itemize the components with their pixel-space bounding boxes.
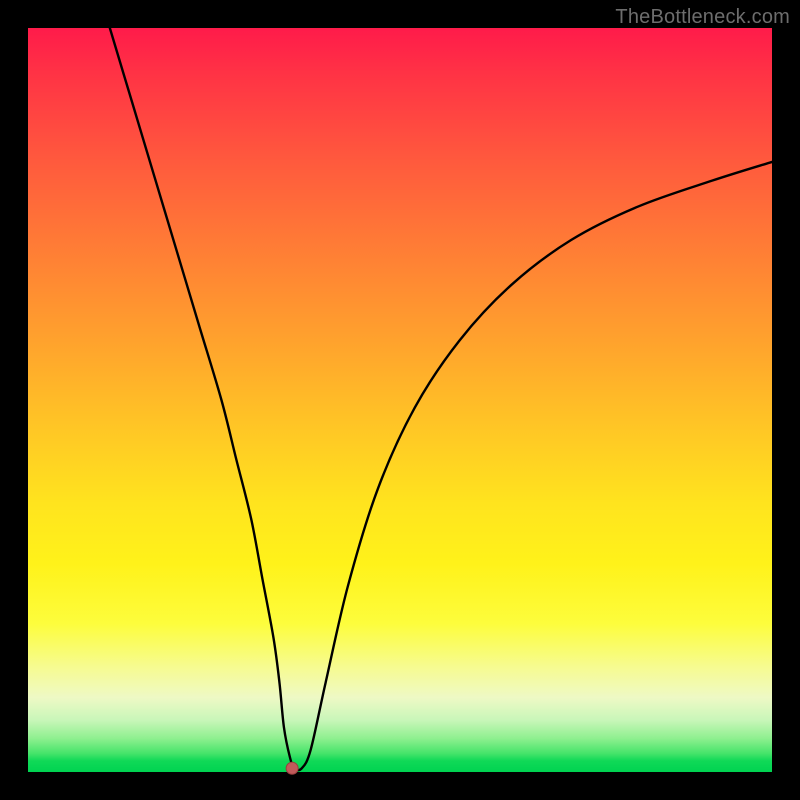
plot-area [28,28,772,772]
bottleneck-curve [110,28,772,770]
minimum-marker [286,762,298,774]
chart-frame: TheBottleneck.com [0,0,800,800]
watermark-text: TheBottleneck.com [615,6,790,29]
curve-svg [28,28,772,772]
